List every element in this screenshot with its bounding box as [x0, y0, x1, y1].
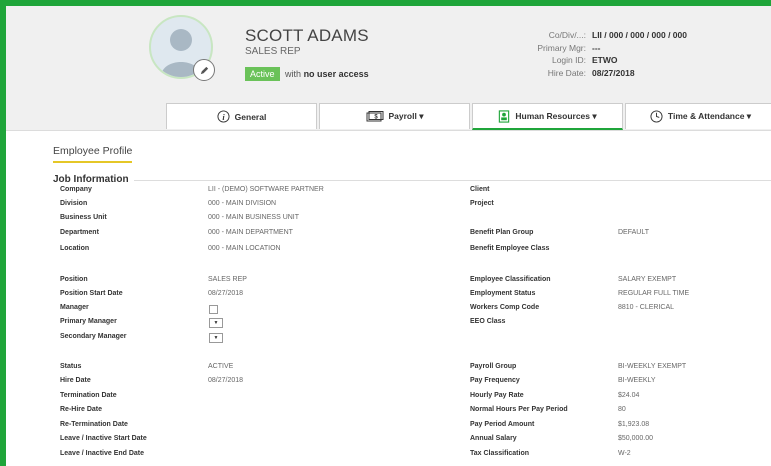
clock-icon — [650, 110, 663, 123]
field-value: 80 — [618, 406, 626, 413]
tab-label: Payroll ▾ — [388, 111, 424, 121]
tab-label: General — [234, 111, 267, 122]
svg-text:i: i — [222, 113, 225, 122]
field-value: 08/27/2018 — [208, 377, 244, 384]
header-meta-labels: Co/Div/...: Primary Mgr: Login ID: Hire … — [537, 29, 586, 79]
field-value: LII - (DEMO) SOFTWARE PARTNER — [208, 186, 324, 193]
field-label: EEO Class — [470, 318, 506, 325]
avatar-container — [149, 15, 215, 81]
tab-label: Human Resources ▾ — [515, 110, 597, 121]
tab-label: Time & Attendance ▾ — [667, 111, 752, 121]
edit-photo-button[interactable] — [193, 59, 215, 81]
field-value: BI-WEEKLY — [618, 377, 656, 384]
field-label: Primary Manager — [60, 318, 117, 325]
user-access-status: no user access — [303, 69, 369, 79]
tab-time-attendance[interactable]: Time & Attendance ▾ — [625, 103, 771, 129]
field-label: Secondary Manager — [60, 333, 127, 340]
field-label: Business Unit — [60, 214, 107, 221]
field-label: Leave / Inactive End Date — [60, 450, 145, 457]
app-frame: SCOTT ADAMS SALES REP Active with no use… — [6, 6, 771, 466]
field-value: $1,923.08 — [618, 421, 650, 428]
field-value: 000 - MAIN LOCATION — [208, 245, 281, 252]
field-label: Payroll Group — [470, 363, 517, 370]
field-label: Status — [60, 363, 82, 370]
field-label: Pay Frequency — [470, 377, 520, 384]
status-badge: Active — [245, 67, 280, 81]
group-title: Job Information — [53, 174, 129, 185]
meta-value: LII / 000 / 000 / 000 / 000 — [592, 30, 687, 40]
field-value: BI-WEEKLY EXEMPT — [618, 363, 687, 370]
field-label: Workers Comp Code — [470, 304, 540, 311]
field-label: Leave / Inactive Start Date — [60, 435, 147, 442]
field-value: 000 - MAIN DEPARTMENT — [208, 229, 293, 236]
meta-label: Primary Mgr: — [537, 42, 586, 53]
field-label: Employee Classification — [470, 276, 551, 283]
field-label: Re-Hire Date — [60, 406, 103, 413]
meta-value: ETWO — [592, 55, 618, 65]
field-label: Hire Date — [60, 377, 91, 384]
field-label: Position Start Date — [60, 290, 123, 297]
field-label: Client — [470, 186, 490, 193]
tab-general[interactable]: i General — [166, 103, 317, 129]
tab-human-resources[interactable]: Human Resources ▾ — [472, 103, 623, 130]
field-label: Division — [60, 200, 88, 207]
secondary-manager-select[interactable]: ▼ — [209, 333, 223, 343]
field-value: SALES REP — [208, 276, 247, 283]
field-label: Benefit Employee Class — [470, 245, 550, 252]
field-label: Normal Hours Per Pay Period — [470, 406, 568, 413]
field-value: 000 - MAIN BUSINESS UNIT — [208, 214, 300, 221]
meta-label: Login ID: — [551, 55, 586, 65]
field-label: Position — [60, 276, 88, 283]
section-title[interactable]: Employee Profile — [53, 145, 133, 163]
employee-title: SALES REP — [245, 46, 301, 57]
pencil-icon — [200, 66, 208, 74]
tab-bar: i General $ Payroll ▾ Human Resources ▾ … — [166, 103, 771, 130]
field-label: Re-Termination Date — [60, 421, 128, 428]
field-value: 8810 - CLERICAL — [618, 304, 675, 311]
info-icon: i — [217, 110, 230, 123]
field-value: $24.04 — [618, 392, 640, 399]
field-label: Benefit Plan Group — [470, 229, 534, 236]
field-value: W-2 — [618, 450, 631, 457]
field-value: 000 - MAIN DIVISION — [208, 200, 277, 207]
header-meta-values: LII / 000 / 000 / 000 / 000 --- ETWO 08/… — [592, 29, 687, 79]
manager-checkbox[interactable] — [209, 305, 218, 314]
field-label: Tax Classification — [470, 450, 530, 457]
field-value: $50,000.00 — [618, 435, 654, 442]
meta-label: Hire Date: — [547, 67, 586, 78]
meta-value: --- — [592, 42, 601, 53]
field-value: SALARY EXEMPT — [618, 276, 677, 283]
field-label: Annual Salary — [470, 435, 517, 442]
id-card-icon — [499, 109, 510, 123]
money-icon: $ — [366, 110, 383, 121]
meta-label: Co/Div/...: — [548, 30, 586, 40]
status-suffix: with — [285, 69, 302, 79]
field-label: Hourly Pay Rate — [470, 392, 524, 399]
field-label: Company — [60, 186, 92, 193]
field-value: DEFAULT — [618, 229, 649, 236]
field-label: Termination Date — [60, 392, 117, 399]
field-label: Department — [60, 229, 99, 236]
meta-value: 08/27/2018 — [592, 67, 635, 78]
field-value: ACTIVE — [208, 363, 234, 370]
field-label: Location — [60, 245, 90, 252]
field-label: Pay Period Amount — [470, 421, 535, 428]
divider — [134, 180, 771, 181]
primary-manager-select[interactable]: ▼ — [209, 318, 223, 328]
field-value: REGULAR FULL TIME — [618, 290, 690, 297]
field-label: Manager — [60, 304, 89, 311]
field-label: Employment Status — [470, 290, 536, 297]
employee-name: SCOTT ADAMS — [245, 26, 369, 45]
status-row: Active with no user access — [245, 67, 369, 81]
employee-header: SCOTT ADAMS SALES REP Active with no use… — [6, 6, 771, 131]
field-label: Project — [470, 200, 494, 207]
tab-payroll[interactable]: $ Payroll ▾ — [319, 103, 470, 129]
field-value: 08/27/2018 — [208, 290, 244, 297]
